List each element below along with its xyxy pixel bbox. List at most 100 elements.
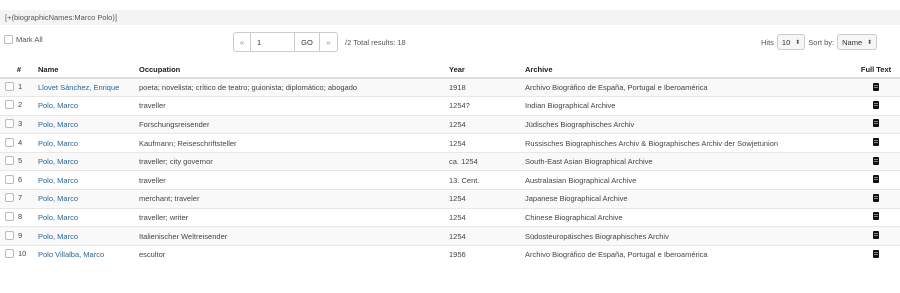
query-text: [+(biographicNames:Marco Polo)]: [5, 13, 117, 22]
mark-all-checkbox[interactable]: [4, 35, 13, 44]
name-link[interactable]: Polo, Marco: [38, 194, 78, 203]
document-icon[interactable]: [873, 231, 879, 240]
row-checkbox[interactable]: [5, 174, 14, 184]
document-icon[interactable]: [873, 156, 879, 165]
hits-label: Hits: [761, 37, 774, 47]
col-header-occupation[interactable]: Occupation: [139, 62, 449, 79]
row-checkbox[interactable]: [5, 230, 14, 240]
document-icon[interactable]: [873, 249, 879, 258]
row-number: 4: [18, 137, 23, 147]
col-header-archive[interactable]: Archive: [525, 62, 852, 79]
row-number: 2: [18, 100, 23, 110]
document-icon[interactable]: [873, 175, 879, 184]
go-button[interactable]: GO: [295, 32, 320, 52]
row-number: 7: [18, 193, 23, 203]
archive-cell: Australasian Biographical Archive: [525, 170, 852, 190]
prev-page-button[interactable]: «: [233, 32, 251, 52]
occupation-cell: traveller; writer: [139, 207, 449, 227]
name-link[interactable]: Polo, Marco: [38, 101, 78, 110]
total-results-text: /2 Total results: 18: [345, 37, 406, 47]
occupation-cell: merchant; traveler: [139, 189, 449, 209]
row-select-cell: 9: [0, 226, 38, 246]
row-checkbox[interactable]: [5, 137, 14, 147]
hits-select[interactable]: 10 ⬍: [776, 34, 806, 50]
table-row: 2 Polo, Marco traveller 1254? Indian Biograp…: [0, 96, 900, 116]
table-row: 8 Polo, Marco traveller; writer 1254 Chinese…: [0, 207, 900, 227]
document-icon[interactable]: [873, 212, 879, 221]
document-icon[interactable]: [873, 82, 879, 91]
year-cell: 1254: [449, 226, 525, 246]
row-number: 6: [18, 174, 23, 184]
document-icon[interactable]: [873, 193, 879, 202]
next-page-button[interactable]: »: [320, 32, 338, 52]
occupation-cell: traveller; city governor: [139, 151, 449, 171]
row-checkbox[interactable]: [5, 100, 14, 110]
name-cell: Polo, Marco: [38, 207, 139, 227]
col-header-fulltext: Full Text: [852, 62, 900, 79]
name-cell: Polo, Marco: [38, 133, 139, 153]
row-number: 3: [18, 118, 23, 128]
fulltext-cell: [852, 189, 900, 209]
results-controls: Mark All « 1 GO » /2 Total results: 18 H…: [0, 32, 900, 52]
results-table: # Name Occupation Year Archive Full Text…: [0, 62, 900, 264]
row-checkbox[interactable]: [5, 211, 14, 221]
row-checkbox[interactable]: [5, 193, 14, 203]
document-icon[interactable]: [873, 138, 879, 147]
fulltext-cell: [852, 226, 900, 246]
row-checkbox[interactable]: [5, 82, 14, 92]
name-link[interactable]: Polo Villalba, Marco: [38, 250, 104, 259]
occupation-cell: Kaufmann; Reiseschriftsteller: [139, 133, 449, 153]
name-link[interactable]: Polo, Marco: [38, 232, 78, 241]
occupation-cell: Italienischer Weltreisender: [139, 226, 449, 246]
year-cell: 13. Cent.: [449, 170, 525, 190]
fulltext-cell: [852, 114, 900, 134]
page-number-input[interactable]: 1: [251, 32, 295, 52]
pagination: « 1 GO » /2 Total results: 18: [233, 32, 406, 52]
hits-sort-controls: Hits 10 ⬍ Sort by: Name ⬍: [761, 34, 878, 50]
name-cell: Llovet Sánchez, Enrique: [38, 77, 139, 97]
year-cell: 1254: [449, 114, 525, 134]
row-select-cell: 5: [0, 151, 38, 171]
archive-cell: Südosteuropäisches Biographisches Archiv: [525, 226, 852, 246]
document-icon[interactable]: [873, 100, 879, 109]
row-checkbox[interactable]: [5, 249, 14, 259]
occupation-cell: poeta; novelista; crítico de teatro; gui…: [139, 77, 449, 97]
archive-cell: Russisches Biographisches Archiv & Biogr…: [525, 133, 852, 153]
query-bar: [+(biographicNames:Marco Polo)]: [0, 10, 900, 25]
year-cell: 1254: [449, 133, 525, 153]
year-cell: 1254: [449, 189, 525, 209]
name-link[interactable]: Polo, Marco: [38, 213, 78, 222]
name-link[interactable]: Polo, Marco: [38, 139, 78, 148]
select-arrows-icon: ⬍: [795, 39, 801, 46]
table-row: 10 Polo Villalba, Marco escultor 1956 Archiv…: [0, 244, 900, 264]
row-number: 9: [18, 230, 23, 240]
fulltext-cell: [852, 207, 900, 227]
fulltext-cell: [852, 96, 900, 116]
name-link[interactable]: Llovet Sánchez, Enrique: [38, 83, 119, 92]
row-select-cell: 8: [0, 207, 38, 227]
table-row: 6 Polo, Marco traveller 13. Cent. Australasi…: [0, 170, 900, 190]
sort-label: Sort by:: [808, 37, 835, 47]
archive-cell: Archivo Biográfico de España, Portugal e…: [525, 244, 852, 264]
row-checkbox[interactable]: [5, 156, 14, 166]
row-checkbox[interactable]: [5, 118, 14, 128]
fulltext-cell: [852, 151, 900, 171]
archive-cell: Japanese Biographical Archive: [525, 189, 852, 209]
col-header-num: #: [0, 62, 38, 79]
year-cell: ca. 1254: [449, 151, 525, 171]
year-cell: 1254: [449, 207, 525, 227]
table-header-row: # Name Occupation Year Archive Full Text: [0, 62, 900, 79]
name-link[interactable]: Polo, Marco: [38, 176, 78, 185]
col-header-name[interactable]: Name: [38, 62, 139, 79]
name-link[interactable]: Polo, Marco: [38, 120, 78, 129]
table-row: 3 Polo, Marco Forschungsreisender 1254 Jüdis…: [0, 114, 900, 134]
document-icon[interactable]: [873, 119, 879, 128]
row-number: 10: [18, 249, 27, 259]
sort-select[interactable]: Name ⬍: [837, 34, 878, 50]
name-cell: Polo, Marco: [38, 114, 139, 134]
table-row: 7 Polo, Marco merchant; traveler 1254 Japane…: [0, 189, 900, 209]
mark-all-control[interactable]: Mark All: [4, 35, 43, 44]
name-link[interactable]: Polo, Marco: [38, 157, 78, 166]
row-select-cell: 6: [0, 170, 38, 190]
col-header-year[interactable]: Year: [449, 62, 525, 79]
